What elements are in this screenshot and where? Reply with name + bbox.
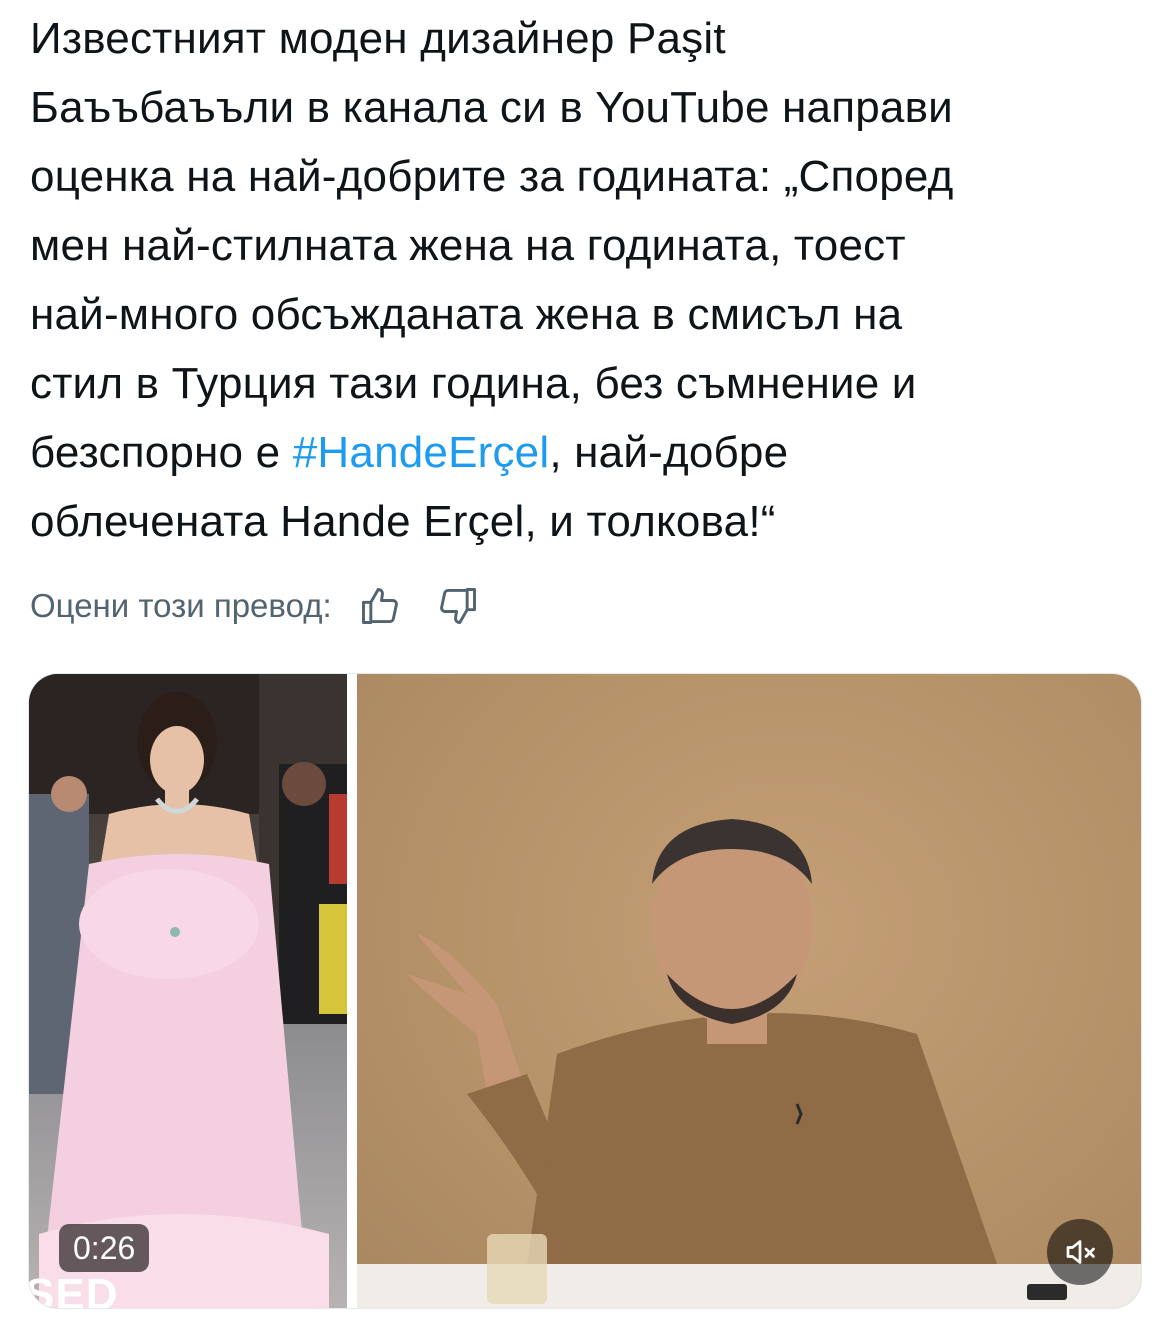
tweet-line: стил в Турция тази година, без съмнение … <box>30 359 917 408</box>
mute-button[interactable] <box>1047 1219 1113 1285</box>
rate-translation-label: Оцени този превод: <box>30 587 332 624</box>
tweet-line: Баъъбаъъли в канала си в YouTube направи <box>30 83 953 132</box>
video-frame-illustration <box>357 819 1141 1308</box>
video-player[interactable] <box>357 674 1141 1308</box>
tweet-line: най-много обсъжданата жена в смисъл на <box>30 290 903 339</box>
video-duration-badge: 0:26 <box>59 1224 150 1272</box>
hashtag-link[interactable]: #HandeErçel <box>293 428 550 477</box>
photo-thumbnail[interactable]: SED 0:26 <box>29 674 347 1309</box>
thumbs-down-button[interactable] <box>436 584 480 628</box>
tweet-line-segment: , най-добре <box>549 428 789 477</box>
tweet-line: безспорно е #HandeErçel, най-добре <box>30 418 1140 487</box>
rate-translation-row: Оцени този превод: <box>30 578 514 634</box>
tweet-line: мен най-стилната жена на годината, тоест <box>30 221 906 270</box>
overlay-text: SED <box>29 1270 119 1309</box>
tweet-line: облечената Hande Erçel, и толкова!“ <box>30 497 776 546</box>
thumbs-up-button[interactable] <box>358 584 402 628</box>
media-gallery[interactable]: SED 0:26 <box>28 673 1142 1309</box>
thumbs-up-icon <box>361 588 398 624</box>
thumbs-down-icon <box>439 588 476 624</box>
media-divider <box>347 674 357 1308</box>
tweet-text: Известният моден дизайнер Paşit Баъъбаъъ… <box>30 4 1140 556</box>
photo-illustration <box>29 674 347 1308</box>
tweet-line: оценка на най-добрите за годината: „Спор… <box>30 152 954 201</box>
tweet-line: Известният моден дизайнер Paşit <box>30 14 726 63</box>
speaker-muted-icon <box>1066 1240 1095 1264</box>
tweet-line-segment: безспорно е <box>30 428 293 477</box>
